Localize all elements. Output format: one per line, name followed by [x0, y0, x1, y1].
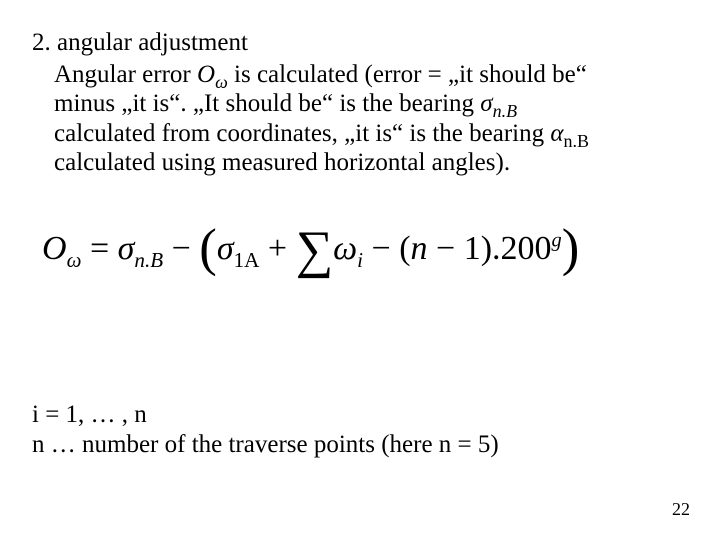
f-n: n: [411, 230, 428, 267]
line4: calculated using measured horizontal ang…: [54, 149, 510, 176]
line2-sigma: σ: [480, 90, 492, 117]
line3-a: calculated from coordinates, „it is“ is …: [54, 120, 550, 147]
line2-sub: n.B: [493, 101, 518, 121]
f-200: 200: [501, 230, 552, 267]
line2-a: minus „it is“. „It should be“ is the bea…: [54, 90, 480, 117]
lower-line-2: n … number of the traverse points (here …: [32, 430, 499, 460]
line1-Ovar: O: [197, 61, 215, 88]
f-eq: =: [81, 230, 117, 267]
f-dot: .: [492, 230, 501, 267]
sum-icon: ∑: [296, 232, 334, 269]
f-one: 1: [464, 230, 481, 267]
heading-text: 2. angular adjustment: [32, 29, 248, 56]
content-block: 2. angular adjustment Angular error Oω i…: [32, 28, 692, 178]
f-minus: −: [163, 230, 199, 267]
f-plus: +: [259, 230, 295, 267]
f-Osub: ω: [67, 248, 82, 272]
f-nB: n.B: [134, 248, 163, 272]
heading: 2. angular adjustment: [32, 28, 692, 58]
f-lparen2: (: [399, 230, 410, 267]
f-sig2: σ: [217, 230, 234, 267]
line1-b: is calculated (error = „it should be“: [228, 61, 587, 88]
f-g: g: [552, 230, 562, 252]
f-minus3: −: [428, 230, 464, 267]
f-minus2: −: [363, 230, 399, 267]
f-O: O: [42, 230, 67, 267]
f-1A: 1A: [234, 248, 260, 272]
slide: 2. angular adjustment Angular error Oω i…: [0, 0, 720, 540]
f-omega: ω: [333, 230, 357, 267]
line3-alpha: α: [550, 120, 563, 147]
body-text: Angular error Oω is calculated (error = …: [32, 60, 692, 178]
formula: Oω = σn.B − (σ1A + ∑ωi − (n − 1).200g): [42, 230, 579, 269]
f-rparen2: ): [481, 230, 492, 267]
f-lparen: (: [199, 235, 217, 261]
page-number: 22: [672, 499, 690, 520]
lower-line-1: i = 1, … , n: [32, 400, 499, 430]
line1-a: Angular error: [54, 61, 197, 88]
lower-block: i = 1, … , n n … number of the traverse …: [32, 400, 499, 460]
f-sig: σ: [118, 230, 135, 267]
f-rparen: ): [562, 235, 580, 261]
line3-sub: n.B: [563, 131, 589, 151]
line1-Osub: ω: [215, 72, 228, 92]
